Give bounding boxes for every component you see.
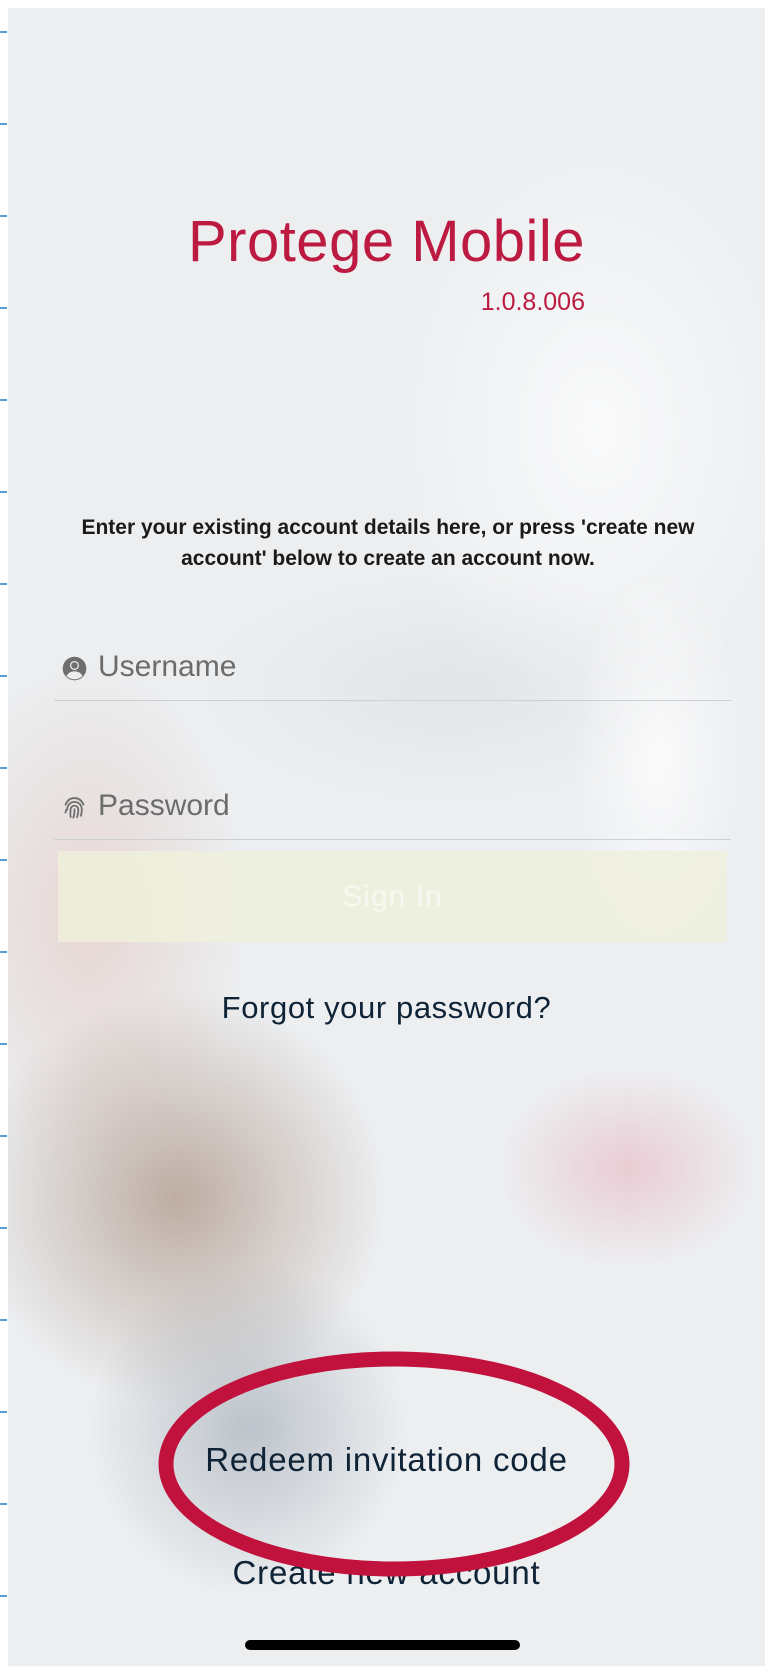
app-version: 1.0.8.006 — [480, 288, 585, 316]
create-account-link[interactable]: Create new account — [8, 1554, 765, 1592]
sign-in-button[interactable]: Sign In — [58, 851, 727, 942]
background-blur — [8, 988, 388, 1408]
ruler-ticks — [0, 0, 8, 1666]
user-circle-icon — [62, 656, 87, 681]
forgot-password-link[interactable]: Forgot your password? — [8, 990, 765, 1026]
login-screen: Protege Mobile 1.0.8.006 Enter your exis… — [8, 8, 765, 1666]
password-field[interactable] — [54, 769, 731, 840]
app-title: Protege Mobile — [187, 209, 586, 274]
screen: Protege Mobile 1.0.8.006 Enter your exis… — [0, 0, 765, 1666]
redeem-invitation-link[interactable]: Redeem invitation code — [8, 1441, 765, 1479]
username-field[interactable] — [54, 630, 731, 701]
instructions-text: Enter your existing account details here… — [81, 516, 695, 570]
background-blur — [88, 1258, 408, 1598]
background-blur — [498, 1068, 758, 1268]
username-input[interactable] — [98, 644, 718, 690]
password-input[interactable] — [98, 783, 718, 829]
home-indicator[interactable] — [245, 1640, 520, 1650]
fingerprint-icon — [64, 797, 85, 819]
